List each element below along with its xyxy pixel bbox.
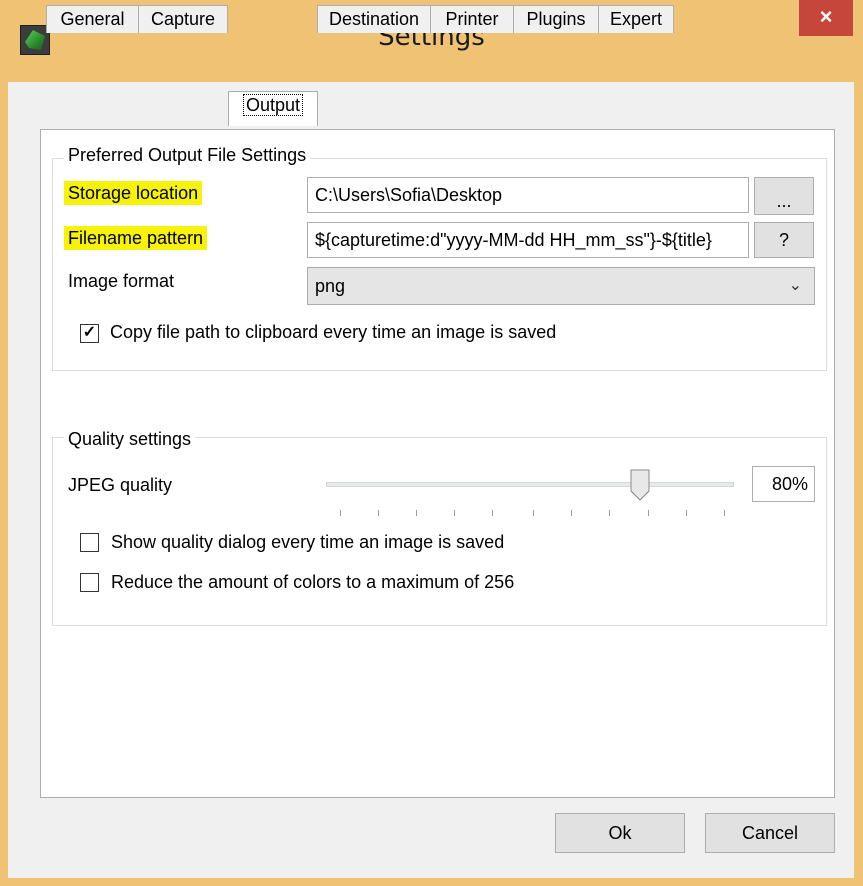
jpeg-quality-slider-thumb[interactable] [630, 469, 650, 501]
storage-location-label: Storage location [64, 181, 203, 205]
tab-capture[interactable]: Capture [138, 5, 228, 33]
jpeg-quality-slider-track[interactable] [326, 482, 734, 487]
copy-path-checkbox[interactable]: ✓ [80, 324, 99, 343]
show-quality-dialog-label[interactable]: Show quality dialog every time an image … [111, 532, 504, 553]
show-quality-dialog-checkbox[interactable] [80, 533, 99, 552]
close-icon: × [819, 4, 833, 29]
storage-location-field[interactable]: C:\Users\Sofia\Desktop [307, 177, 749, 213]
image-format-select[interactable]: png ⌄ [307, 267, 815, 305]
image-format-label: Image format [68, 271, 175, 291]
tab-expert[interactable]: Expert [598, 5, 674, 33]
close-button[interactable]: × [799, 0, 853, 36]
tab-printer[interactable]: Printer [430, 5, 514, 33]
pattern-help-button[interactable]: ? [754, 222, 814, 258]
tab-plugins[interactable]: Plugins [513, 5, 599, 33]
filename-pattern-field[interactable]: ${capturetime:d"yyyy-MM-dd HH_mm_ss"}-${… [307, 222, 749, 258]
jpeg-quality-label: JPEG quality [68, 475, 173, 495]
filename-pattern-label: Filename pattern [64, 226, 208, 250]
chevron-down-icon: ⌄ [788, 277, 802, 294]
ok-button[interactable]: Ok [555, 813, 685, 853]
settings-window: Settings × General Capture Output Destin… [0, 0, 863, 886]
copy-path-label[interactable]: Copy file path to clipboard every time a… [110, 322, 556, 343]
cancel-button[interactable]: Cancel [705, 813, 835, 853]
jpeg-quality-value: 80% [752, 466, 815, 502]
tab-destination[interactable]: Destination [317, 5, 431, 33]
tab-output[interactable]: Output [228, 91, 318, 126]
quality-group-title: Quality settings [64, 429, 196, 450]
browse-button[interactable]: ... [754, 177, 814, 215]
reduce-colors-label[interactable]: Reduce the amount of colors to a maximum… [111, 572, 514, 593]
output-group-title: Preferred Output File Settings [64, 145, 311, 166]
tab-general[interactable]: General [46, 5, 139, 33]
reduce-colors-checkbox[interactable] [80, 573, 99, 592]
